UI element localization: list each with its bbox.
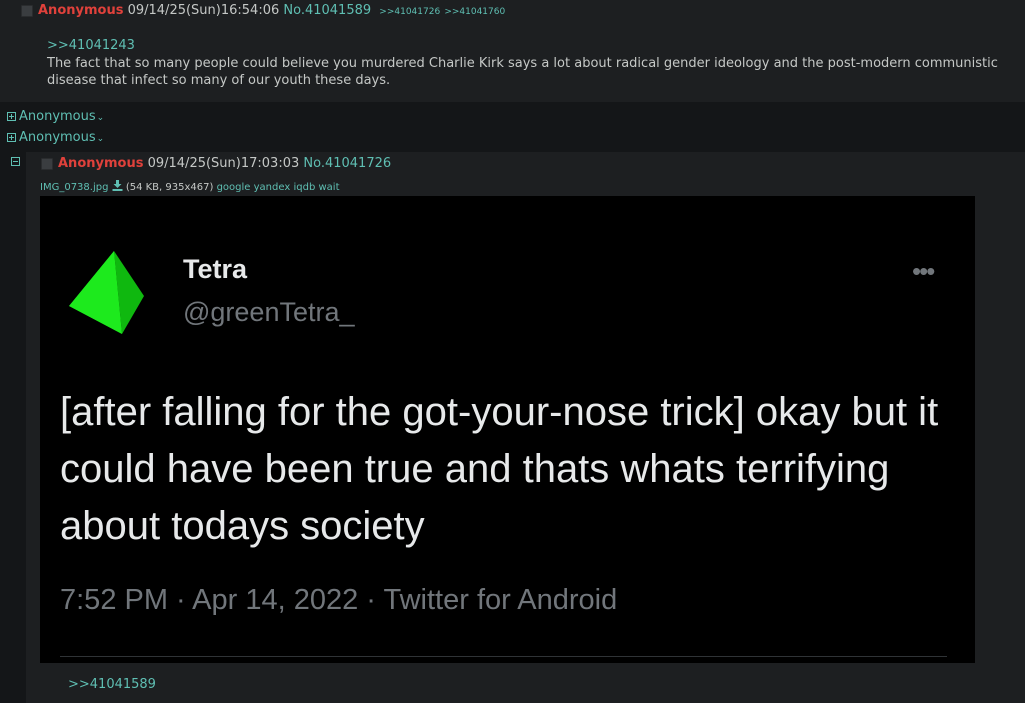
expand-icon[interactable] bbox=[7, 112, 16, 121]
post-header: Anonymous 09/14/25(Sun)16:54:06 No.41041… bbox=[38, 3, 505, 18]
post-select-checkbox[interactable] bbox=[41, 158, 53, 170]
post-message: The fact that so many people could belie… bbox=[47, 56, 998, 88]
tweet-display-name: Tetra bbox=[183, 254, 248, 284]
post-date: 09/14/25(Sun)16:54:06 bbox=[127, 3, 280, 18]
file-details: (54 KB, 935x467) bbox=[125, 182, 214, 193]
search-wait-link[interactable]: wait bbox=[318, 182, 339, 193]
post-date: 09/14/25(Sun)17:03:03 bbox=[147, 156, 300, 171]
post-number[interactable]: No.41041589 bbox=[283, 3, 371, 18]
backlink[interactable]: >>41041760 bbox=[444, 7, 505, 17]
expand-icon[interactable] bbox=[7, 133, 16, 142]
download-icon[interactable] bbox=[112, 180, 123, 194]
backlink[interactable]: >>41041726 bbox=[379, 7, 440, 17]
divider bbox=[60, 656, 947, 657]
post-select-checkbox[interactable] bbox=[21, 5, 33, 17]
search-yandex-link[interactable]: yandex bbox=[254, 182, 291, 193]
tweet-meta: 7:52 PM · Apr 14, 2022 · Twitter for And… bbox=[60, 584, 618, 616]
post-number[interactable]: No.41041726 bbox=[303, 156, 391, 171]
search-google-link[interactable]: google bbox=[217, 182, 251, 193]
poster-name: Anonymous bbox=[58, 156, 144, 171]
quote-link-text[interactable]: >>41041243 bbox=[47, 38, 135, 53]
chevron-down-icon[interactable]: ⌄ bbox=[97, 134, 105, 144]
reply-post: Anonymous 09/14/25(Sun)16:54:06 No.41041… bbox=[0, 0, 1025, 102]
more-options-icon: ••• bbox=[912, 256, 935, 286]
tetrahedron-avatar-icon bbox=[69, 251, 144, 334]
hidden-post-name[interactable]: Anonymous bbox=[19, 109, 96, 124]
post-header: Anonymous 09/14/25(Sun)17:03:03 No.41041… bbox=[58, 156, 391, 171]
tweet-handle: @greenTetra_ bbox=[183, 297, 355, 327]
file-info: IMG_0738.jpg (54 KB, 935x467) google yan… bbox=[40, 180, 340, 194]
chevron-down-icon[interactable]: ⌄ bbox=[97, 113, 105, 123]
search-iqdb-link[interactable]: iqdb bbox=[293, 182, 315, 193]
quote-link-text[interactable]: >>41041589 bbox=[68, 677, 156, 692]
collapse-icon[interactable] bbox=[11, 157, 20, 166]
hidden-post-name[interactable]: Anonymous bbox=[19, 130, 96, 145]
tweet-text: [after falling for the got-your-nose tri… bbox=[60, 390, 939, 548]
file-link[interactable]: IMG_0738.jpg bbox=[40, 182, 108, 193]
poster-name: Anonymous bbox=[38, 3, 124, 18]
quote-link[interactable]: >>41041243 bbox=[47, 38, 135, 53]
hidden-post[interactable]: Anonymous⌄ bbox=[7, 109, 104, 124]
attached-image[interactable]: Tetra @greenTetra_ ••• [after falling fo… bbox=[40, 196, 975, 663]
hidden-post[interactable]: Anonymous⌄ bbox=[7, 130, 104, 145]
quote-link[interactable]: >>41041589 bbox=[68, 677, 156, 692]
